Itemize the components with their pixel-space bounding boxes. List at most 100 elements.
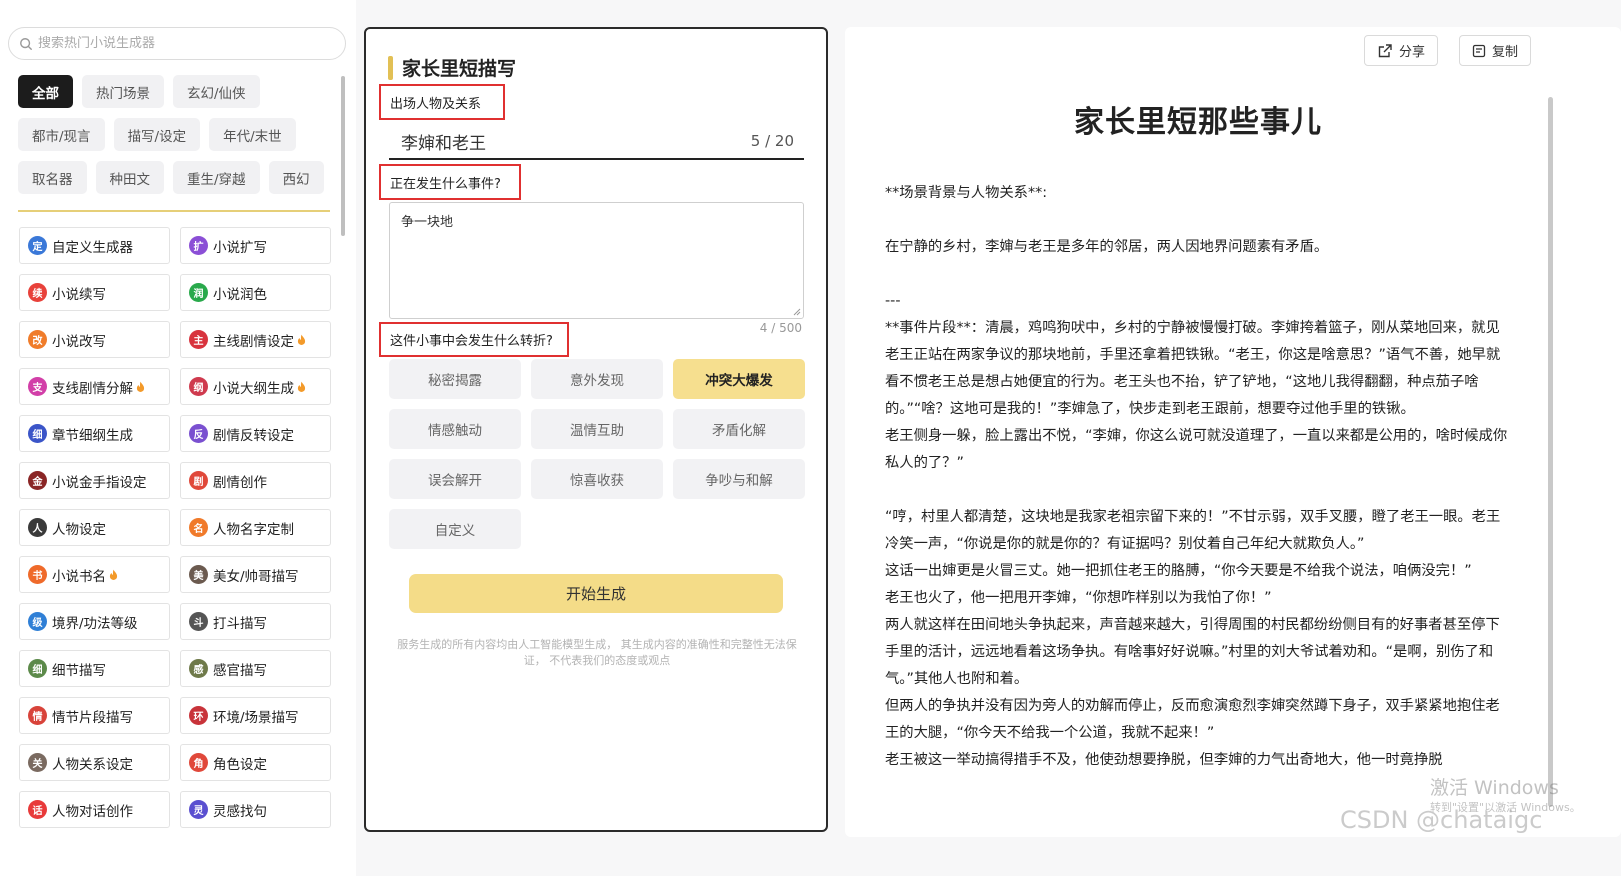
tool-item[interactable]: 支支线剧情分解 — [19, 368, 170, 405]
share-label: 分享 — [1399, 45, 1426, 60]
tool-icon: 细 — [28, 659, 47, 678]
category-tab[interactable]: 热门场景 — [82, 75, 164, 108]
tool-item[interactable]: 级境界/功法等级 — [19, 603, 170, 640]
tool-icon: 细 — [28, 424, 47, 443]
generate-button[interactable]: 开始生成 — [409, 574, 783, 613]
tool-label: 剧情创作 — [213, 474, 267, 491]
tool-item[interactable]: 反剧情反转设定 — [180, 415, 331, 452]
tool-label: 自定义生成器 — [52, 239, 133, 256]
category-tab[interactable]: 重生/穿越 — [173, 161, 260, 194]
tool-label: 美女/帅哥描写 — [213, 568, 299, 585]
category-tab[interactable]: 西幻 — [268, 161, 324, 194]
title-accent-bar — [388, 55, 393, 80]
result-scrollbar[interactable] — [1548, 97, 1553, 807]
article-paragraph: “哼，村里人都清楚，这块地是我家老祖宗留下来的！”不甘示弱，双手叉腰，瞪了老王一… — [885, 509, 1501, 552]
twist-option[interactable]: 秘密揭露 — [389, 359, 521, 399]
tool-item[interactable]: 感感官描写 — [180, 650, 331, 687]
tool-item[interactable]: 话人物对话创作 — [19, 791, 170, 828]
category-tab[interactable]: 种田文 — [95, 161, 164, 194]
tool-icon: 名 — [189, 518, 208, 537]
tool-label: 境界/功法等级 — [52, 615, 138, 632]
tool-item[interactable]: 斗打斗描写 — [180, 603, 331, 640]
search-input[interactable] — [38, 36, 328, 51]
tool-item[interactable]: 润小说润色 — [180, 274, 331, 311]
twist-option[interactable]: 情感触动 — [389, 409, 521, 449]
tool-icon: 环 — [189, 706, 208, 725]
divider — [18, 210, 330, 212]
twist-option[interactable]: 自定义 — [389, 509, 521, 549]
characters-input[interactable]: 李婶和老王 5 / 20 — [389, 124, 804, 160]
twist-option[interactable]: 矛盾化解 — [673, 409, 805, 449]
tool-item[interactable]: 灵灵感找句 — [180, 791, 331, 828]
search-icon — [20, 37, 32, 50]
tool-item[interactable]: 角角色设定 — [180, 744, 331, 781]
category-tab[interactable]: 都市/现言 — [18, 118, 105, 151]
search-box[interactable] — [8, 27, 346, 60]
tool-item[interactable]: 关人物关系设定 — [19, 744, 170, 781]
tool-item[interactable]: 改小说改写 — [19, 321, 170, 358]
characters-value: 李婶和老王 — [401, 133, 486, 154]
field-label-characters-text: 出场人物及关系 — [390, 96, 482, 112]
tool-item[interactable]: 名人物名字定制 — [180, 509, 331, 546]
tool-label: 小说润色 — [213, 286, 267, 303]
tool-label: 灵感找句 — [213, 803, 267, 820]
tool-item[interactable]: 细细节描写 — [19, 650, 170, 687]
twist-option[interactable]: 争吵与和解 — [673, 459, 805, 499]
result-article: **场景背景与人物关系**: 在宁静的乡村，李婶与老王是多年的邻居，两人因地界问… — [885, 180, 1513, 774]
article-paragraph: **事件片段**：清晨，鸡鸣狗吠中，乡村的宁静被慢慢打破。李婶挎着篮子，刚从菜地… — [885, 320, 1501, 417]
event-textarea[interactable]: 争一块地 — [389, 202, 804, 319]
twist-option[interactable]: 惊喜收获 — [531, 459, 663, 499]
article-paragraph — [885, 477, 1513, 504]
hot-fire-icon — [109, 569, 118, 580]
twist-option[interactable]: 温情互助 — [531, 409, 663, 449]
tool-icon: 美 — [189, 565, 208, 584]
tool-item[interactable]: 续小说续写 — [19, 274, 170, 311]
article-paragraph — [885, 207, 1513, 234]
tool-item[interactable]: 纲小说大纲生成 — [180, 368, 331, 405]
tool-icon: 反 — [189, 424, 208, 443]
result-panel: 分享 复制 家长里短那些事儿 **场景背景与人物关系**: 在宁静的乡村，李婶与… — [845, 27, 1621, 837]
category-tab[interactable]: 玄幻/仙侠 — [173, 75, 260, 108]
category-tab[interactable]: 全部 — [18, 75, 73, 108]
category-tab[interactable]: 取名器 — [18, 161, 87, 194]
tool-icon: 扩 — [189, 236, 208, 255]
category-tabs: 全部 热门场景 玄幻/仙侠都市/现言 描写/设定 年代/末世取名器 种田文 重生/穿越 西幻 — [18, 75, 338, 194]
category-tab[interactable]: 年代/末世 — [209, 118, 296, 151]
category-tab[interactable]: 描写/设定 — [113, 118, 201, 151]
tool-item[interactable]: 扩小说扩写 — [180, 227, 331, 264]
tool-item[interactable]: 定自定义生成器 — [19, 227, 170, 264]
tool-item[interactable]: 人人物设定 — [19, 509, 170, 546]
share-icon — [1378, 43, 1392, 57]
tool-item[interactable]: 书小说书名 — [19, 556, 170, 593]
tool-item[interactable]: 金小说金手指设定 — [19, 462, 170, 499]
tool-label: 小说扩写 — [213, 239, 267, 256]
twist-option[interactable]: 冲突大爆发 — [673, 359, 805, 399]
tool-item[interactable]: 情情节片段描写 — [19, 697, 170, 734]
tool-label: 情节片段描写 — [52, 709, 133, 726]
tool-label: 环境/场景描写 — [213, 709, 299, 726]
tool-icon: 润 — [189, 283, 208, 302]
twist-option[interactable]: 误会解开 — [389, 459, 521, 499]
tool-label: 剧情反转设定 — [213, 427, 294, 444]
tool-item[interactable]: 主主线剧情设定 — [180, 321, 331, 358]
tool-icon: 主 — [189, 330, 208, 349]
tool-label: 主线剧情设定 — [213, 333, 294, 350]
field-label-event: 正在发生什么事件? — [379, 164, 521, 200]
field-label-characters: 出场人物及关系 — [379, 84, 505, 120]
twist-option[interactable]: 意外发现 — [531, 359, 663, 399]
tool-label: 细节描写 — [52, 662, 106, 679]
resize-grip-icon[interactable] — [793, 308, 801, 316]
share-button[interactable]: 分享 — [1364, 35, 1439, 66]
article-paragraph: 老王被这一举动搞得措手不及，他使劲想要挣脱，但李婶的力气出奇地大，他一时竟挣脱 — [885, 752, 1443, 768]
tool-item[interactable]: 剧剧情创作 — [180, 462, 331, 499]
tool-item[interactable]: 细章节细纲生成 — [19, 415, 170, 452]
article-paragraph: 两人就这样在田间地头争执起来，声音越来越大，引得周围的村民都纷纷侧目有的好事者甚… — [885, 617, 1500, 687]
tool-icon: 定 — [28, 236, 47, 255]
tool-item[interactable]: 环环境/场景描写 — [180, 697, 331, 734]
tool-item[interactable]: 美美女/帅哥描写 — [180, 556, 331, 593]
copy-button[interactable]: 复制 — [1459, 35, 1532, 66]
sidebar-scrollbar[interactable] — [341, 76, 345, 236]
tool-icon: 书 — [28, 565, 47, 584]
twist-options: 秘密揭露 意外发现 冲突大爆发情感触动 温情互助 矛盾化解误会解开 惊喜收获 争吵与和解自定… — [389, 359, 805, 549]
tool-icon: 续 — [28, 283, 47, 302]
